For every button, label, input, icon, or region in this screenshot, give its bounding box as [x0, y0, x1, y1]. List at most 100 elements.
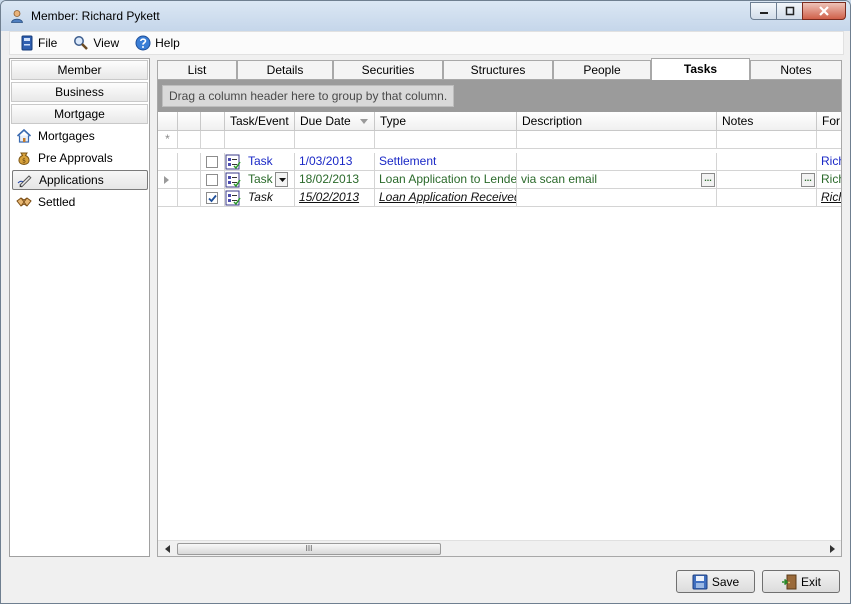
window-title: Member: Richard Pykett — [31, 9, 160, 23]
table-row[interactable]: Task 18/02/2013 Loan Application to Lend… — [158, 171, 841, 189]
tab-securities[interactable]: Securities — [333, 60, 443, 79]
column-header-description[interactable]: Description — [517, 112, 717, 131]
task-event-dropdown-button[interactable] — [275, 172, 288, 187]
notes-cell[interactable] — [717, 189, 817, 207]
row-indicator — [158, 171, 178, 189]
task-event-cell[interactable]: Task — [225, 189, 295, 207]
new-row-cell[interactable] — [225, 131, 295, 149]
file-icon — [21, 35, 33, 51]
new-row-cell[interactable] — [201, 131, 225, 149]
task-event-cell[interactable]: Task — [225, 153, 295, 171]
sidebar-item-pre-approvals[interactable]: $ Pre Approvals — [12, 148, 148, 168]
group-by-area[interactable]: Drag a column header here to group by th… — [158, 80, 841, 112]
for-cell[interactable]: Rich — [817, 171, 841, 189]
tab-people[interactable]: People — [553, 60, 651, 79]
due-date-cell[interactable]: 1/03/2013 — [295, 153, 375, 171]
tab-structures[interactable]: Structures — [443, 60, 553, 79]
pen-icon — [17, 175, 32, 188]
save-button[interactable]: Save — [676, 570, 755, 593]
money-bag-icon: $ — [18, 152, 30, 166]
sidebar-item-label: Applications — [39, 173, 104, 187]
view-icon — [74, 36, 89, 50]
for-cell[interactable]: Rich — [817, 153, 841, 171]
task-event-text: Task — [248, 190, 273, 204]
table-row[interactable]: Task 15/02/2013 Loan Application Receive… — [158, 189, 841, 207]
row-checkbox-cell[interactable] — [201, 153, 225, 171]
description-ellipsis-button[interactable]: ... — [701, 173, 715, 187]
notes-cell[interactable] — [717, 153, 817, 171]
group-member-button[interactable]: Member — [11, 60, 148, 80]
due-date-cell[interactable]: 15/02/2013 — [295, 189, 375, 207]
type-cell[interactable]: Settlement — [375, 153, 517, 171]
menu-file-label: File — [38, 36, 58, 50]
task-event-cell[interactable]: Task — [225, 171, 295, 189]
task-event-text: Task — [248, 172, 273, 186]
row-spacer — [178, 171, 201, 189]
notes-cell[interactable]: ... — [717, 171, 817, 189]
completed-checkbox[interactable] — [206, 192, 218, 204]
help-icon — [135, 35, 151, 51]
column-header-due-date[interactable]: Due Date — [295, 112, 375, 131]
header-check-cell — [201, 112, 225, 131]
group-mortgage-button[interactable]: Mortgage — [11, 104, 148, 124]
exit-button-label: Exit — [800, 574, 821, 589]
checkmark-icon — [208, 194, 217, 203]
row-checkbox-cell[interactable] — [201, 171, 225, 189]
menu-view[interactable]: View — [63, 32, 125, 54]
task-event-text: Task — [248, 154, 273, 168]
sidebar-item-settled[interactable]: Settled — [12, 192, 148, 212]
menu-help[interactable]: Help — [125, 32, 186, 54]
tab-tasks[interactable]: Tasks — [651, 58, 750, 80]
completed-checkbox[interactable] — [206, 156, 218, 168]
row-spacer — [178, 153, 201, 171]
description-cell[interactable] — [517, 189, 717, 207]
new-row[interactable]: * — [158, 131, 841, 149]
for-cell[interactable]: Rich — [817, 189, 841, 207]
navigation-pane: Member Business Mortgage Mortgages $ Pre… — [9, 58, 150, 557]
sidebar-item-mortgages[interactable]: Mortgages — [12, 126, 148, 146]
close-button[interactable] — [802, 2, 846, 20]
description-cell[interactable] — [517, 153, 717, 171]
scroll-left-button[interactable] — [160, 543, 174, 555]
exit-button[interactable]: Exit — [762, 570, 840, 593]
sort-descending-icon — [360, 119, 368, 124]
new-row-cell[interactable] — [817, 131, 841, 149]
sidebar-item-label: Mortgages — [38, 129, 95, 143]
table-row[interactable]: Task 1/03/2013 Settlement Rich — [158, 153, 841, 171]
menu-file[interactable]: File — [10, 32, 63, 54]
new-row-cell[interactable] — [375, 131, 517, 149]
row-checkbox-cell[interactable] — [201, 189, 225, 207]
task-list-icon — [225, 154, 241, 170]
new-row-cell[interactable] — [178, 131, 201, 149]
minimize-button[interactable] — [750, 2, 776, 20]
column-header-for[interactable]: For — [817, 112, 841, 131]
tab-details[interactable]: Details — [237, 60, 333, 79]
scroll-right-button[interactable] — [825, 543, 839, 555]
column-header-task-event[interactable]: Task/Event — [225, 112, 295, 131]
due-date-cell[interactable]: 18/02/2013 — [295, 171, 375, 189]
svg-text:$: $ — [22, 158, 26, 165]
description-text: via scan email — [521, 172, 598, 186]
horizontal-scrollbar[interactable]: III — [158, 540, 841, 556]
column-header-type[interactable]: Type — [375, 112, 517, 131]
chevron-left-icon — [164, 545, 170, 553]
tab-notes[interactable]: Notes — [750, 60, 842, 79]
minimize-icon — [759, 12, 768, 14]
scroll-thumb[interactable]: III — [177, 543, 441, 555]
type-cell[interactable]: Loan Application to Lender — [375, 171, 517, 189]
notes-ellipsis-button[interactable]: ... — [801, 173, 815, 187]
member-icon — [11, 10, 23, 23]
column-header-notes[interactable]: Notes — [717, 112, 817, 131]
current-row-arrow-icon — [164, 176, 169, 184]
group-business-button[interactable]: Business — [11, 82, 148, 102]
sidebar-item-applications[interactable]: Applications — [12, 170, 148, 190]
description-cell[interactable]: via scan email ... — [517, 171, 717, 189]
new-row-cell[interactable] — [517, 131, 717, 149]
task-list-icon — [225, 190, 241, 206]
tab-list[interactable]: List — [157, 60, 237, 79]
new-row-cell[interactable] — [717, 131, 817, 149]
maximize-button[interactable] — [776, 2, 802, 20]
completed-checkbox[interactable] — [206, 174, 218, 186]
new-row-cell[interactable] — [295, 131, 375, 149]
type-cell[interactable]: Loan Application Received — [375, 189, 517, 207]
